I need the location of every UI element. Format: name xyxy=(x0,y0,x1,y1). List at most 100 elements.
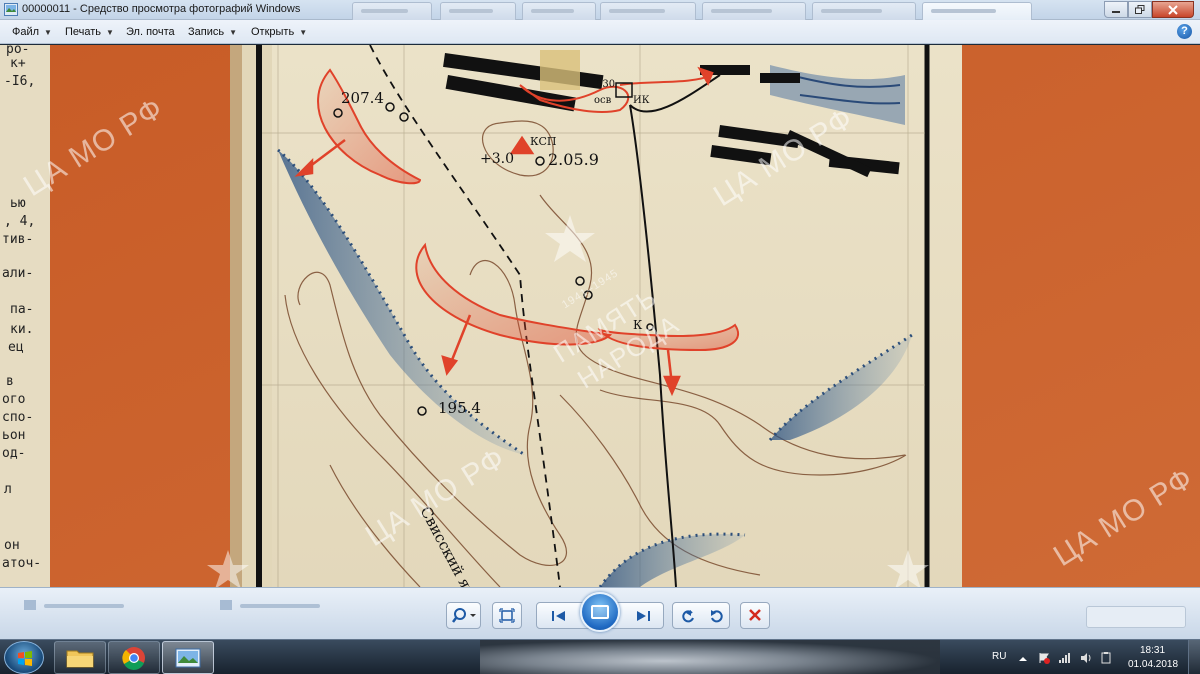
viewer-toolbar xyxy=(0,587,1200,639)
close-icon xyxy=(1168,4,1178,15)
menu-file[interactable]: Файл ▼ xyxy=(12,26,52,38)
label-osv: осв xyxy=(594,95,612,106)
fragment-text: ьон xyxy=(2,428,25,443)
menu-burn[interactable]: Запись ▼ xyxy=(188,26,237,38)
fragment-text: аточ- xyxy=(2,556,41,571)
photo-viewer-screen: 00000011 - Средство просмотра фотографий… xyxy=(0,0,1200,674)
delete-button[interactable] xyxy=(740,602,770,629)
chevron-down-icon: ▼ xyxy=(44,28,52,37)
menu-open-label: Открыть xyxy=(251,26,295,38)
help-icon: ? xyxy=(1181,25,1188,37)
window-controls xyxy=(1104,1,1194,18)
background-tab[interactable] xyxy=(352,2,432,20)
background-tab-active[interactable] xyxy=(922,2,1032,20)
fragment-text: к+ xyxy=(10,56,26,71)
fragment-text: од- xyxy=(2,446,25,461)
previous-icon xyxy=(552,610,565,621)
menu-print[interactable]: Печать ▼ xyxy=(65,26,114,38)
thumbnail-item[interactable] xyxy=(210,596,380,616)
volume-icon[interactable] xyxy=(1080,652,1092,664)
chevron-down-icon: ▼ xyxy=(229,28,238,37)
next-button[interactable] xyxy=(621,603,665,628)
fragment-text: -I6, xyxy=(4,74,35,89)
thumbnail-caption xyxy=(240,604,320,608)
fragment-text: ого xyxy=(2,392,25,407)
fragment-text: , 4, xyxy=(4,214,35,229)
magnifier-icon xyxy=(452,608,476,623)
menu-print-label: Печать xyxy=(65,26,102,38)
slideshow-button[interactable] xyxy=(580,592,620,632)
image-viewport[interactable]: 207.4 +3.0 2.05.9 КСП 195.4 К 530 осв ИК… xyxy=(0,45,1200,587)
photo-viewer-icon xyxy=(175,648,201,668)
chevron-down-icon: ▼ xyxy=(299,28,308,37)
window-title: 00000011 - Средство просмотра фотографий… xyxy=(22,3,301,15)
battery-device-icon[interactable] xyxy=(1100,652,1112,664)
windows-logo-icon xyxy=(18,651,32,666)
image-file-icon xyxy=(24,600,36,610)
restore-icon xyxy=(1135,5,1145,14)
windows-taskbar: RU 18:31 01.04.2018 xyxy=(0,639,1200,674)
plus-label: +3.0 xyxy=(480,151,514,167)
menu-email[interactable]: Эл. почта xyxy=(126,26,175,38)
next-icon xyxy=(637,610,650,621)
minimize-button[interactable] xyxy=(1104,1,1128,18)
background-tab[interactable] xyxy=(440,2,516,20)
height-label-2074: 207.4 xyxy=(341,89,384,107)
fragment-text: па- xyxy=(10,302,33,317)
action-center-flag-icon[interactable] xyxy=(1038,652,1050,664)
photo-viewer-app-icon xyxy=(4,3,18,16)
chevron-down-icon: ▼ xyxy=(106,28,114,37)
start-button[interactable] xyxy=(4,641,44,674)
height-label-1954: 195.4 xyxy=(438,399,481,417)
zoom-button[interactable] xyxy=(446,602,481,629)
close-window-button[interactable] xyxy=(1152,1,1194,18)
actual-size-button[interactable] xyxy=(492,602,522,629)
rotate-right-icon xyxy=(710,609,723,622)
rotate-left-icon xyxy=(681,609,694,622)
fragment-text: ки. xyxy=(10,322,33,337)
rotate-group xyxy=(672,602,730,629)
taskbar-chrome[interactable] xyxy=(108,641,160,674)
background-tab[interactable] xyxy=(600,2,696,20)
fragment-text: тив- xyxy=(2,232,33,247)
show-hidden-icons-arrow[interactable] xyxy=(1018,654,1028,664)
fragment-text: ью xyxy=(10,196,26,211)
background-tab[interactable] xyxy=(522,2,596,20)
maximize-button[interactable] xyxy=(1128,1,1152,18)
delete-icon xyxy=(749,609,761,621)
background-tab[interactable] xyxy=(812,2,916,20)
clock-date[interactable]: 01.04.2018 xyxy=(1128,659,1178,670)
label-530: 530 xyxy=(596,79,615,90)
clock-time[interactable]: 18:31 xyxy=(1140,645,1165,656)
label-ik: ИК xyxy=(633,95,650,106)
show-all-button[interactable] xyxy=(1086,606,1186,628)
menu-bar: Файл ▼ Печать ▼ Эл. почта Запись ▼ Открыть ▼… xyxy=(0,20,1200,44)
minimize-icon xyxy=(1112,10,1120,13)
image-file-icon xyxy=(220,600,232,610)
background-tab[interactable] xyxy=(702,2,806,20)
taskbar-photo-viewer[interactable] xyxy=(162,641,214,674)
fragment-text: л xyxy=(4,482,12,497)
previous-button[interactable] xyxy=(537,603,581,628)
rotate-right-button[interactable] xyxy=(702,603,731,628)
language-indicator[interactable]: RU xyxy=(992,651,1006,662)
fragment-text: в xyxy=(6,374,14,389)
fit-window-icon xyxy=(499,608,515,623)
fragment-text: он xyxy=(4,538,20,553)
desktop-wallpaper-fragment xyxy=(480,640,940,674)
chrome-icon xyxy=(122,647,145,670)
network-icon[interactable] xyxy=(1058,652,1070,664)
taskbar-explorer[interactable] xyxy=(54,641,106,674)
menu-open[interactable]: Открыть ▼ xyxy=(251,26,307,38)
show-desktop-button[interactable] xyxy=(1188,640,1200,674)
help-button[interactable]: ? xyxy=(1177,24,1192,39)
title-bar: 00000011 - Средство просмотра фотографий… xyxy=(0,0,1200,20)
thumbnail-caption xyxy=(44,604,124,608)
ksp-label: КСП xyxy=(530,135,557,148)
fragment-text: спо- xyxy=(2,410,33,425)
thumbnail-item[interactable] xyxy=(14,596,184,616)
fragment-text: ец xyxy=(8,340,24,355)
rotate-left-button[interactable] xyxy=(673,603,702,628)
slideshow-icon xyxy=(591,605,609,619)
fragment-text: али- xyxy=(2,266,33,281)
